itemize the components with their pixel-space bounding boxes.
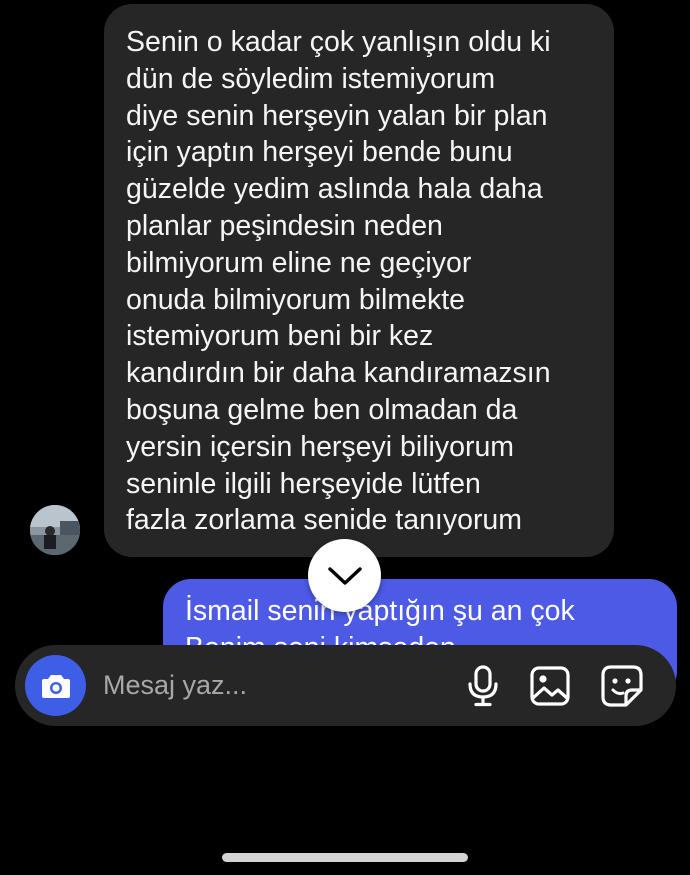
sender-avatar[interactable] xyxy=(30,505,80,555)
chevron-down-icon xyxy=(327,566,362,585)
sticker-button[interactable] xyxy=(599,663,645,709)
message-input[interactable] xyxy=(103,665,423,705)
camera-button[interactable] xyxy=(25,655,86,716)
camera-icon xyxy=(41,674,70,698)
voice-message-button[interactable] xyxy=(460,663,506,709)
image-icon xyxy=(530,666,570,706)
scroll-to-bottom-button[interactable] xyxy=(308,539,381,612)
sticker-icon xyxy=(601,665,643,707)
outgoing-message-line: İsmail senin yaptığın şu an çok xyxy=(185,595,575,627)
avatar-photo xyxy=(30,505,80,555)
incoming-message-text: Senin o kadar çok yanlışın oldu ki dün d… xyxy=(126,26,551,537)
message-composer xyxy=(15,645,676,726)
microphone-icon xyxy=(468,665,498,707)
incoming-message-bubble[interactable]: Senin o kadar çok yanlışın oldu ki dün d… xyxy=(104,4,614,557)
gallery-button[interactable] xyxy=(527,663,573,709)
home-indicator[interactable] xyxy=(222,853,468,862)
